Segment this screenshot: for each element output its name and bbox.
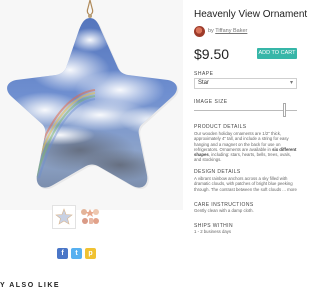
product-title: Heavenly View Ornament xyxy=(194,9,308,20)
facebook-share-button[interactable]: f xyxy=(57,248,68,259)
star-ornament-image xyxy=(7,0,179,190)
product-details-text: Our wooden holiday ornaments are 1/2" th… xyxy=(194,131,297,163)
shape-value: Star xyxy=(198,80,210,86)
facebook-icon: f xyxy=(61,250,64,257)
care-instructions-text: Gently clean with a damp cloth. xyxy=(194,208,254,213)
add-to-cart-button[interactable]: ADD TO CART xyxy=(257,48,297,59)
star-thumbnail-icon xyxy=(55,208,73,225)
image-size-slider-track[interactable] xyxy=(194,110,297,111)
design-details-text: A vibrant rainbow anchors across a sky f… xyxy=(194,176,297,192)
image-size-slider-handle[interactable] xyxy=(283,103,287,117)
twitter-icon: t xyxy=(75,250,78,257)
thumbnail-star[interactable] xyxy=(52,205,76,229)
ships-within-text: 1 - 2 business days xyxy=(194,229,232,234)
product-price: $9.50 xyxy=(194,46,230,62)
product-image[interactable] xyxy=(0,0,183,210)
product-details-heading: PRODUCT DETAILS xyxy=(194,124,247,130)
ornament-shapes-thumbnail-icon xyxy=(81,209,99,224)
also-like-heading: Y ALSO LIKE xyxy=(0,282,61,289)
thumbnail-shapes[interactable] xyxy=(78,205,102,229)
image-size-label: IMAGE SIZE xyxy=(194,99,228,105)
shape-select[interactable]: Star ▾ xyxy=(194,78,297,89)
by-prefix: by xyxy=(208,28,214,34)
chevron-down-icon: ▾ xyxy=(289,80,293,86)
pinterest-share-button[interactable]: p xyxy=(85,248,96,259)
artist-link[interactable]: Tiffany Baker xyxy=(215,28,247,34)
artist-byline: by Tiffany Baker xyxy=(208,28,247,34)
pinterest-icon: p xyxy=(88,250,93,257)
twitter-share-button[interactable]: t xyxy=(71,248,82,259)
artist-avatar[interactable] xyxy=(194,26,205,37)
design-details-heading: DESIGN DETAILS xyxy=(194,169,241,175)
shape-label: SHAPE xyxy=(194,71,214,77)
